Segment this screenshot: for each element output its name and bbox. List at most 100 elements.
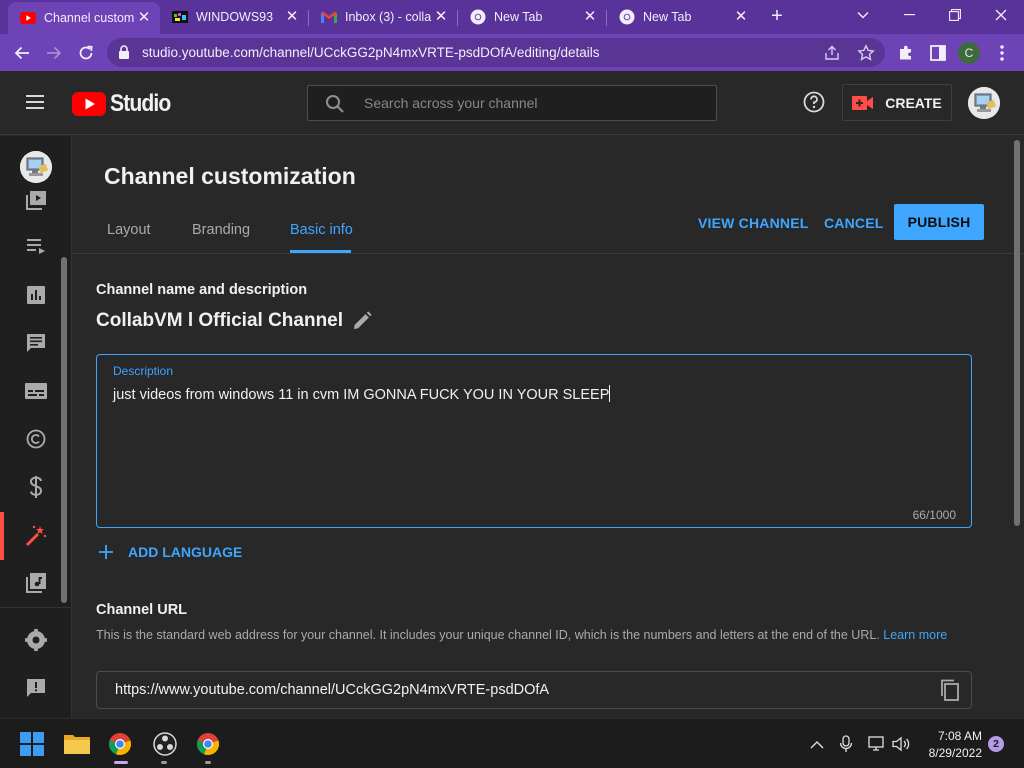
tab-title: Channel custom	[44, 11, 135, 25]
browser-tab-inbox[interactable]: Inbox (3) - colla ✕	[309, 0, 457, 34]
browser-tab-strip: Channel custom ✕ WINDOWS93 ✕ Inbox (3) -…	[0, 0, 1024, 34]
page-title: Channel customization	[104, 163, 356, 189]
browser-profile-avatar[interactable]: C	[958, 42, 980, 64]
network-icon[interactable]	[868, 735, 886, 753]
hamburger-menu-icon[interactable]	[24, 93, 48, 111]
send-feedback-icon[interactable]	[24, 676, 48, 700]
chrome-icon	[470, 9, 486, 25]
running-app-indicator	[205, 761, 211, 764]
close-tab-icon[interactable]: ✕	[284, 9, 300, 25]
channel-avatar[interactable]	[20, 151, 52, 183]
logo-text: Studio	[110, 90, 171, 117]
back-arrow-icon[interactable]	[9, 40, 35, 66]
analytics-icon[interactable]	[24, 283, 48, 307]
studio-left-nav	[0, 136, 72, 718]
description-label: Description	[113, 364, 174, 378]
channel-url-field[interactable]: https://www.youtube.com/channel/UCckGG2p…	[96, 671, 972, 709]
youtube-icon	[20, 10, 36, 26]
help-icon[interactable]	[803, 91, 825, 113]
copyright-icon[interactable]	[24, 427, 48, 451]
account-avatar[interactable]	[968, 87, 1000, 119]
description-textarea[interactable]: Description just videos from windows 11 …	[96, 354, 972, 528]
reload-icon[interactable]	[73, 40, 99, 66]
notification-badge[interactable]: 2	[988, 736, 1004, 752]
close-tab-icon[interactable]: ✕	[733, 9, 749, 25]
content-icon[interactable]	[24, 189, 48, 213]
extensions-puzzle-icon[interactable]	[896, 43, 916, 63]
settings-gear-icon[interactable]	[24, 628, 48, 652]
lock-icon[interactable]	[118, 45, 130, 59]
side-panel-icon[interactable]	[928, 43, 948, 63]
search-input[interactable]	[364, 86, 704, 120]
url-text: studio.youtube.com/channel/UCckGG2pN4mxV…	[142, 45, 600, 60]
browser-tab-new-tab-2[interactable]: New Tab ✕	[607, 0, 757, 34]
system-clock[interactable]: 7:08 AM 8/29/2022	[916, 728, 982, 762]
windows-start-icon[interactable]	[16, 728, 48, 760]
nav-divider	[0, 607, 71, 608]
channel-url-help-text: This is the standard web address for you…	[96, 625, 956, 645]
playlists-icon[interactable]	[24, 234, 48, 258]
tab-title: New Tab	[494, 10, 543, 24]
channel-search-box[interactable]	[307, 85, 717, 121]
copy-icon[interactable]	[939, 679, 961, 701]
main-content: Channel customization Layout Branding Ba…	[72, 136, 1024, 718]
comments-icon[interactable]	[24, 331, 48, 355]
chrome-taskbar-icon[interactable]	[104, 728, 136, 760]
browser-tab-channel-customization[interactable]: Channel custom ✕	[8, 2, 160, 34]
close-tab-icon[interactable]: ✕	[582, 9, 598, 25]
edit-pencil-icon[interactable]	[352, 311, 372, 331]
browser-tab-windows93[interactable]: WINDOWS93 ✕	[160, 0, 308, 34]
bookmark-star-icon[interactable]	[857, 44, 875, 62]
studio-logo[interactable]: Studio	[72, 90, 179, 118]
microphone-icon[interactable]	[837, 735, 855, 753]
tab-basic-info[interactable]: Basic info	[290, 222, 353, 238]
learn-more-link[interactable]: Learn more	[883, 628, 947, 642]
channel-url-heading: Channel URL	[96, 602, 188, 618]
windows-taskbar: 7:08 AM 8/29/2022 2	[0, 718, 1024, 768]
browser-menu-kebab-icon[interactable]	[992, 43, 1012, 63]
volume-speaker-icon[interactable]	[892, 735, 910, 753]
restore-window-icon[interactable]	[932, 0, 978, 30]
show-hidden-icons-chevron-icon[interactable]	[808, 735, 826, 753]
nav-scrollbar[interactable]	[61, 257, 67, 603]
earn-dollar-icon[interactable]	[24, 475, 48, 499]
browser-tab-new-tab-1[interactable]: New Tab ✕	[458, 0, 606, 34]
obs-studio-icon[interactable]	[149, 728, 181, 760]
audio-library-icon[interactable]	[24, 571, 48, 595]
active-app-indicator	[114, 761, 128, 764]
chrome-taskbar-icon-2[interactable]	[192, 728, 224, 760]
url-help-copy: This is the standard web address for you…	[96, 628, 880, 642]
file-explorer-icon[interactable]	[61, 728, 93, 760]
tab-title: WINDOWS93	[196, 10, 274, 24]
forward-arrow-icon[interactable]	[41, 40, 67, 66]
subtitles-icon[interactable]	[24, 379, 48, 403]
text-caret	[609, 385, 611, 402]
channel-name: CollabVM l Official Channel	[96, 310, 344, 331]
add-language-label: ADD LANGUAGE	[128, 544, 243, 560]
cancel-button[interactable]: CANCEL	[824, 215, 884, 231]
publish-button[interactable]: PUBLISH	[894, 204, 984, 240]
close-tab-icon[interactable]: ✕	[433, 9, 449, 25]
description-value: just videos from windows 11 in cvm IM GO…	[113, 387, 610, 403]
close-window-icon[interactable]	[978, 0, 1024, 30]
share-icon[interactable]	[823, 44, 841, 62]
add-language-button[interactable]: ADD LANGUAGE	[98, 544, 242, 560]
tab-search-chevron-icon[interactable]	[840, 0, 886, 30]
minimize-window-icon[interactable]	[886, 0, 932, 30]
customization-magic-wand-icon[interactable]	[24, 524, 48, 548]
content-scrollbar[interactable]	[1014, 140, 1020, 526]
new-tab-plus-icon[interactable]: +	[764, 5, 790, 29]
tab-branding[interactable]: Branding	[192, 222, 250, 238]
channel-url-value: https://www.youtube.com/channel/UCckGG2p…	[115, 682, 550, 698]
view-channel-button[interactable]: VIEW CHANNEL	[698, 215, 809, 231]
gmail-icon	[321, 9, 337, 25]
windows93-icon	[172, 9, 188, 25]
close-tab-icon[interactable]: ✕	[136, 10, 152, 26]
address-bar[interactable]: studio.youtube.com/channel/UCckGG2pN4mxV…	[107, 38, 885, 67]
video-camera-plus-icon	[852, 95, 874, 111]
create-button[interactable]: CREATE	[842, 84, 952, 121]
active-tab-underline	[290, 250, 351, 253]
tab-layout[interactable]: Layout	[107, 222, 151, 238]
description-text-line: just videos from windows 11 in cvm IM GO…	[113, 385, 611, 403]
chrome-icon	[619, 9, 635, 25]
